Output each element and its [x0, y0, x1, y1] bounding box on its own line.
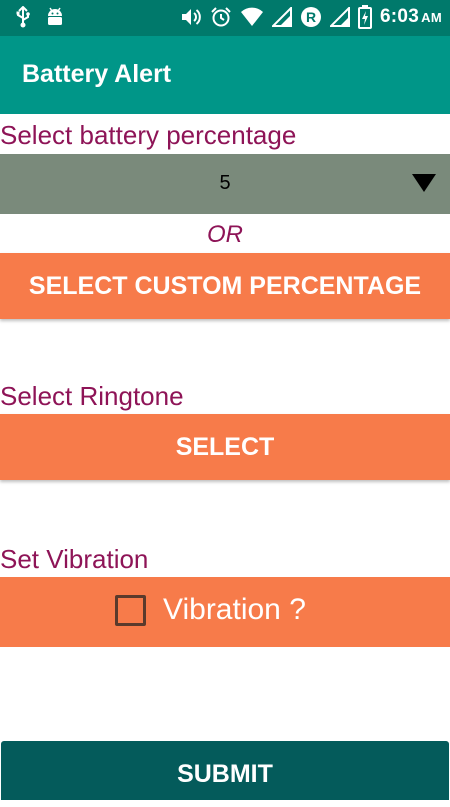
status-bar: R 6:03 AM — [0, 0, 450, 36]
select-ringtone-button[interactable]: SELECT — [0, 414, 450, 480]
signal-icon — [271, 7, 292, 27]
roaming-r-icon: R — [300, 6, 322, 28]
app-title: Battery Alert — [22, 60, 172, 88]
battery-percentage-spinner[interactable]: 5 — [0, 154, 450, 214]
vibration-label: Set Vibration — [0, 544, 149, 574]
vibration-checkbox[interactable] — [115, 594, 146, 626]
status-time-value: 6:03 — [379, 6, 420, 27]
dropdown-arrow-icon — [412, 174, 436, 197]
signal-2-icon — [329, 7, 350, 27]
submit-button[interactable]: SUBMIT — [1, 741, 449, 800]
android-debug-icon — [46, 6, 64, 28]
status-ampm: AM — [421, 10, 442, 25]
spinner-selected-value: 5 — [219, 172, 231, 194]
battery-charging-icon — [357, 5, 372, 29]
usb-icon — [16, 6, 30, 28]
status-left-icons — [16, 6, 64, 28]
battery-percentage-label: Select battery percentage — [0, 120, 297, 150]
or-separator: OR — [207, 221, 243, 248]
wifi-icon — [240, 7, 264, 27]
status-right-icons: R 6:03 AM — [180, 5, 442, 29]
alarm-icon — [210, 6, 232, 28]
app-bar: Battery Alert — [0, 36, 450, 114]
vibration-checkbox-group[interactable]: Vibration ? — [115, 593, 306, 627]
select-custom-percentage-button[interactable]: SELECT CUSTOM PERCENTAGE — [0, 253, 450, 319]
volume-icon — [180, 6, 202, 28]
ringtone-label: Select Ringtone — [0, 381, 184, 411]
vibration-checkbox-label[interactable]: Vibration ? — [163, 593, 306, 627]
status-time: 6:03 AM — [380, 6, 442, 28]
svg-text:R: R — [306, 9, 316, 25]
vibration-row: Vibration ? — [0, 577, 450, 647]
